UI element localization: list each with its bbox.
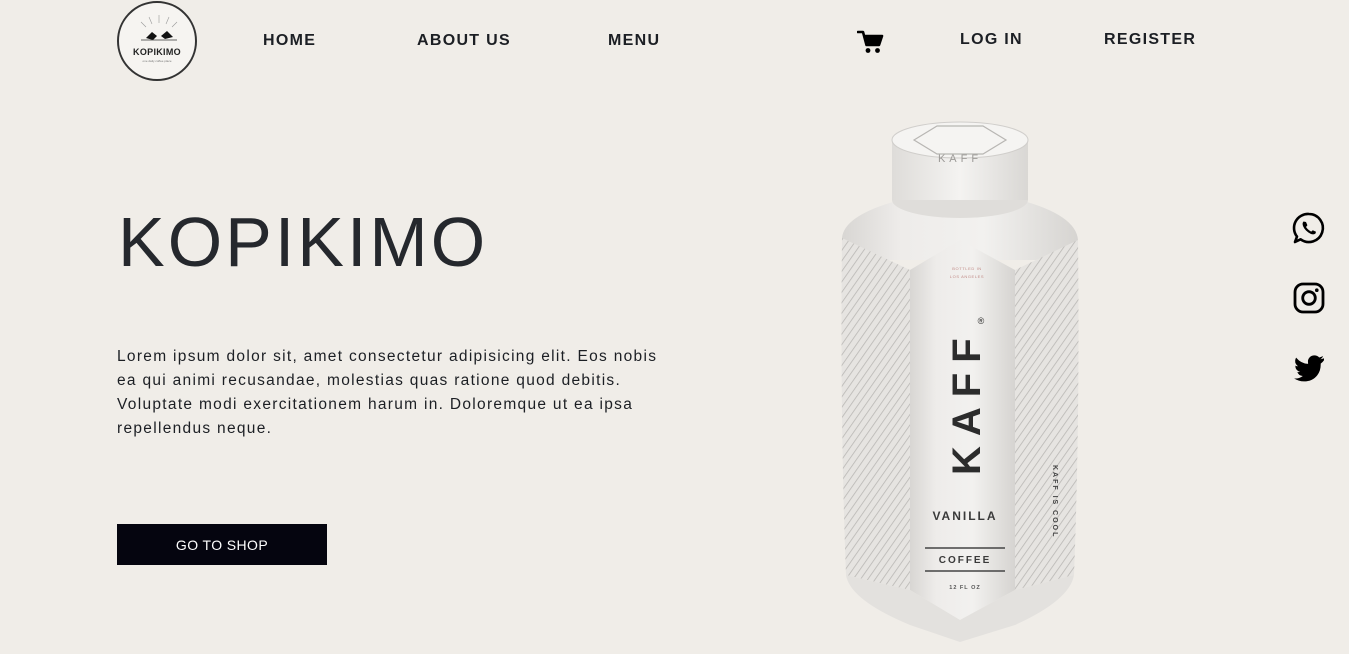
instagram-icon[interactable] [1292,281,1326,315]
nav-home-link[interactable]: HOME [263,31,316,51]
bottle-tagline-1: BOTTLED IN [952,266,982,271]
nav-about-link[interactable]: ABOUT US [417,31,511,51]
bottle-tagline-2: LOS ANGELES [950,274,984,279]
brand-logo[interactable]: KOPIKIMO one daily coffee place [117,1,197,81]
shopping-cart-icon[interactable] [856,29,885,55]
bottle-flavor: VANILLA [932,509,997,523]
product-bottle-image: KAFF BOTTLED IN LOS ANGELES KAFF ® VANIL… [830,120,1090,649]
hero-title: KOPIKIMO [118,203,489,281]
nav-menu-link[interactable]: MENU [608,31,660,51]
bottle-cap-text: KAFF [938,153,982,165]
whatsapp-icon[interactable] [1292,211,1326,245]
twitter-icon[interactable] [1292,351,1326,385]
hero-description: Lorem ipsum dolor sit, amet consectetur … [117,348,658,437]
bottle-volume: 12 FL OZ [949,585,980,591]
bottle-brand-text: KAFF [945,328,989,475]
logo-emblem [140,15,178,41]
bottle-side-text: KAFF IS COOL [1051,465,1058,538]
bottle-registered-mark: ® [978,316,985,326]
logo-subtext: one daily coffee place [142,59,172,63]
login-link[interactable]: LOG IN [960,30,1023,50]
logo-text: KOPIKIMO [133,47,181,57]
go-to-shop-button[interactable]: GO TO SHOP [117,524,327,565]
bottle-type: COFFEE [939,555,992,566]
register-link[interactable]: REGISTER [1104,30,1196,50]
